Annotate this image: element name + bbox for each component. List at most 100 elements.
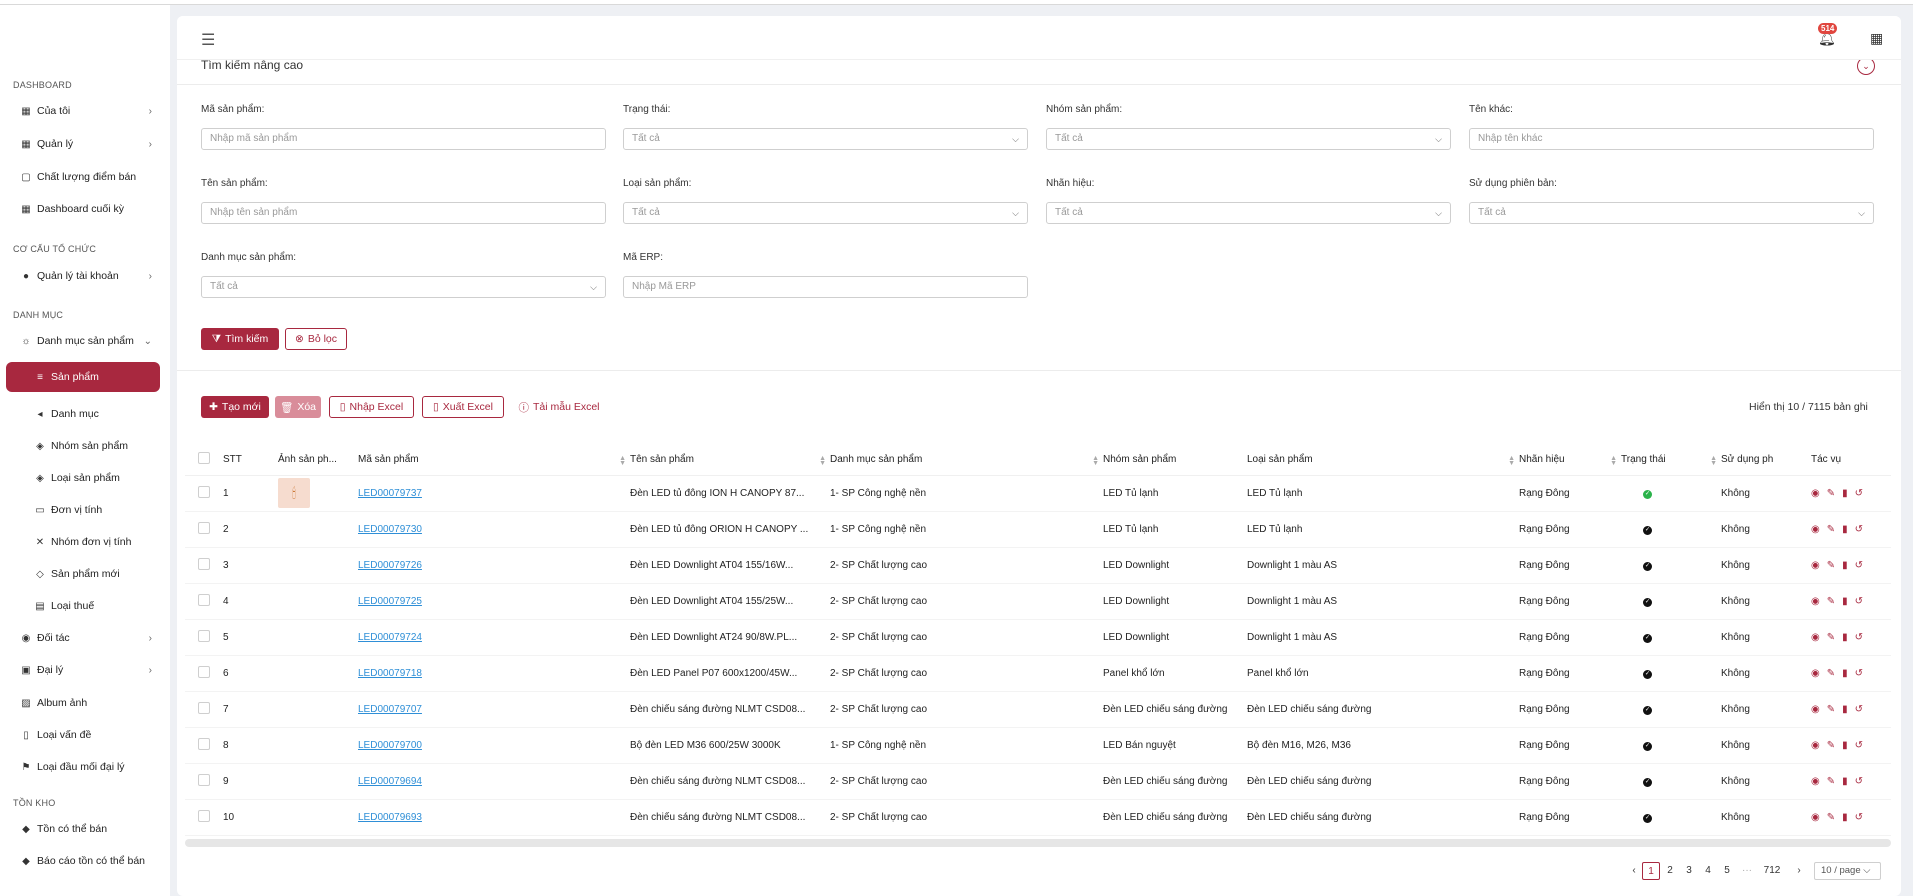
col-name[interactable]: Tên sản phẩm ▲ ▼ bbox=[630, 445, 830, 476]
sidebar-item-units[interactable]: ▭ Đơn vị tính bbox=[6, 496, 160, 524]
history-icon[interactable]: ↺ bbox=[1855, 812, 1870, 823]
version-select[interactable]: Tất cả ⌵ bbox=[1469, 202, 1874, 224]
table-row[interactable]: 8 LED00079700 Bộ đèn LED M36 600/25W 3000K… bbox=[185, 727, 1891, 764]
product-code-link[interactable]: LED00079726 bbox=[358, 560, 422, 571]
page-size-select[interactable]: 10 / page ⌵ bbox=[1814, 862, 1881, 880]
edit-icon[interactable]: ✎ bbox=[1827, 812, 1842, 823]
view-icon[interactable]: ◉ bbox=[1811, 812, 1827, 823]
product-code-link[interactable]: LED00079707 bbox=[358, 704, 422, 715]
page-ellipsis[interactable]: ··· bbox=[1738, 862, 1756, 880]
product-code-link[interactable]: LED00079737 bbox=[358, 488, 422, 499]
table-row[interactable]: 6 LED00079718 Đèn LED Panel P07 600x1200/4… bbox=[185, 655, 1891, 692]
sidebar-item-products[interactable]: ≡ Sản phẩm bbox=[6, 362, 160, 392]
edit-icon[interactable]: ✎ bbox=[1827, 632, 1842, 643]
row-checkbox[interactable] bbox=[198, 521, 210, 534]
sidebar-item-quan-ly[interactable]: ▦ Quản lý › bbox=[6, 130, 160, 158]
sidebar-item-album[interactable]: ▨ Album ảnh bbox=[6, 689, 160, 717]
edit-icon[interactable]: ✎ bbox=[1827, 740, 1842, 751]
product-code-link[interactable]: LED00079694 bbox=[358, 776, 422, 787]
view-icon[interactable]: ◉ bbox=[1811, 488, 1827, 499]
row-checkbox[interactable] bbox=[198, 629, 210, 642]
delete-icon[interactable]: ▮ bbox=[1842, 632, 1855, 643]
create-button[interactable]: ✚ Tạo mới bbox=[201, 396, 269, 418]
history-icon[interactable]: ↺ bbox=[1855, 632, 1870, 643]
col-code[interactable]: Mã sản phẩm ▲ ▼ bbox=[358, 445, 630, 476]
sidebar-item-contact-types[interactable]: ⚑ Loại đầu mối đại lý bbox=[6, 753, 160, 781]
row-checkbox[interactable] bbox=[198, 485, 210, 498]
delete-icon[interactable]: ▮ bbox=[1842, 560, 1855, 571]
sidebar-item-available-stock[interactable]: ◆ Tồn có thể bán bbox=[6, 815, 160, 843]
product-name-input[interactable]: Nhập tên sản phẩm bbox=[201, 202, 606, 224]
product-type-select[interactable]: Tất cả ⌵ bbox=[623, 202, 1028, 224]
view-icon[interactable]: ◉ bbox=[1811, 632, 1827, 643]
sidebar-item-product-types[interactable]: ◈ Loại sản phẩm bbox=[6, 464, 160, 492]
delete-icon[interactable]: ▮ bbox=[1842, 524, 1855, 535]
history-icon[interactable]: ↺ bbox=[1855, 560, 1870, 571]
page-1[interactable]: 1 bbox=[1642, 862, 1660, 880]
prev-page-icon[interactable]: ‹ bbox=[1628, 862, 1640, 880]
product-code-link[interactable]: LED00079730 bbox=[358, 524, 422, 535]
col-type[interactable]: Loại sản phẩm ▲ ▼ bbox=[1247, 445, 1519, 476]
view-icon[interactable]: ◉ bbox=[1811, 668, 1827, 679]
history-icon[interactable]: ↺ bbox=[1855, 776, 1870, 787]
view-icon[interactable]: ◉ bbox=[1811, 560, 1827, 571]
table-row[interactable]: 4 LED00079725 Đèn LED Downlight AT04 155/2… bbox=[185, 583, 1891, 620]
edit-icon[interactable]: ✎ bbox=[1827, 596, 1842, 607]
table-row[interactable]: 5 LED00079724 Đèn LED Downlight AT24 90/8W… bbox=[185, 619, 1891, 656]
page-5[interactable]: 5 bbox=[1719, 862, 1735, 880]
row-checkbox[interactable] bbox=[198, 773, 210, 786]
delete-icon[interactable]: ▮ bbox=[1842, 740, 1855, 751]
sidebar-item-unit-groups[interactable]: ✕ Nhóm đơn vị tính bbox=[6, 528, 160, 556]
export-excel-button[interactable]: ▯ Xuất Excel bbox=[422, 396, 504, 418]
view-icon[interactable]: ◉ bbox=[1811, 596, 1827, 607]
sidebar-item-partners[interactable]: ◉ Đối tác › bbox=[6, 624, 160, 652]
other-name-input[interactable]: Nhập tên khác bbox=[1469, 128, 1874, 150]
delete-icon[interactable]: ▮ bbox=[1842, 668, 1855, 679]
product-code-link[interactable]: LED00079724 bbox=[358, 632, 422, 643]
brand-select[interactable]: Tất cả ⌵ bbox=[1046, 202, 1451, 224]
edit-icon[interactable]: ✎ bbox=[1827, 668, 1842, 679]
product-thumbnail[interactable]: 🕯︎ bbox=[278, 478, 310, 508]
edit-icon[interactable]: ✎ bbox=[1827, 524, 1842, 535]
next-page-icon[interactable]: › bbox=[1793, 862, 1805, 880]
row-checkbox[interactable] bbox=[198, 557, 210, 570]
product-code-link[interactable]: LED00079693 bbox=[358, 812, 422, 823]
history-icon[interactable]: ↺ bbox=[1855, 740, 1870, 751]
history-icon[interactable]: ↺ bbox=[1855, 668, 1870, 679]
sidebar-item-accounts[interactable]: ● Quản lý tài khoản › bbox=[6, 262, 160, 290]
table-row[interactable]: 7 LED00079707 Đèn chiếu sáng đường NLMT CS… bbox=[185, 691, 1891, 728]
sidebar-item-new-products[interactable]: ◇ Sản phẩm mới bbox=[6, 560, 160, 588]
view-icon[interactable]: ◉ bbox=[1811, 704, 1827, 715]
menu-icon[interactable]: ☰ bbox=[201, 30, 215, 50]
product-code-link[interactable]: LED00079700 bbox=[358, 740, 422, 751]
view-icon[interactable]: ◉ bbox=[1811, 740, 1827, 751]
product-category-select[interactable]: Tất cả ⌵ bbox=[201, 276, 606, 298]
page-712[interactable]: 712 bbox=[1761, 862, 1783, 880]
product-group-select[interactable]: Tất cả ⌵ bbox=[1046, 128, 1451, 150]
table-row[interactable]: 3 LED00079726 Đèn LED Downlight AT04 155/1… bbox=[185, 547, 1891, 584]
page-2[interactable]: 2 bbox=[1662, 862, 1678, 880]
row-checkbox[interactable] bbox=[198, 665, 210, 678]
import-excel-button[interactable]: ▯ Nhập Excel bbox=[329, 396, 414, 418]
col-category[interactable]: Danh mục sản phẩm ▲ ▼ bbox=[830, 445, 1103, 476]
history-icon[interactable]: ↺ bbox=[1855, 524, 1870, 535]
page-4[interactable]: 4 bbox=[1700, 862, 1716, 880]
col-status[interactable]: Trạng thái ▲ ▼ bbox=[1621, 445, 1721, 476]
clear-filter-button[interactable]: ⊗ Bỏ lọc bbox=[285, 328, 347, 350]
table-row[interactable]: 1 🕯︎ LED00079737 Đèn LED tủ đông ION H CANO… bbox=[185, 475, 1891, 512]
sidebar-item-cua-toi[interactable]: ▦ Của tôi › bbox=[6, 97, 160, 125]
row-checkbox[interactable] bbox=[198, 809, 210, 822]
view-icon[interactable]: ◉ bbox=[1811, 524, 1827, 535]
download-template-link[interactable]: ⓘ Tải mẫu Excel bbox=[514, 396, 604, 418]
edit-icon[interactable]: ✎ bbox=[1827, 776, 1842, 787]
apps-grid-icon[interactable]: ▦ bbox=[1870, 30, 1883, 47]
edit-icon[interactable]: ✎ bbox=[1827, 560, 1842, 571]
status-select[interactable]: Tất cả ⌵ bbox=[623, 128, 1028, 150]
sidebar-item-issue-types[interactable]: ▯ Loại vấn đề bbox=[6, 721, 160, 749]
search-button[interactable]: ⧩ Tìm kiếm bbox=[201, 328, 279, 350]
sidebar-item-tax-types[interactable]: ▤ Loại thuế bbox=[6, 592, 160, 620]
delete-icon[interactable]: ▮ bbox=[1842, 488, 1855, 499]
sidebar-item-product-groups[interactable]: ◈ Nhóm sản phẩm bbox=[6, 432, 160, 460]
row-checkbox[interactable] bbox=[198, 737, 210, 750]
product-code-input[interactable]: Nhập mã sản phẩm bbox=[201, 128, 606, 150]
